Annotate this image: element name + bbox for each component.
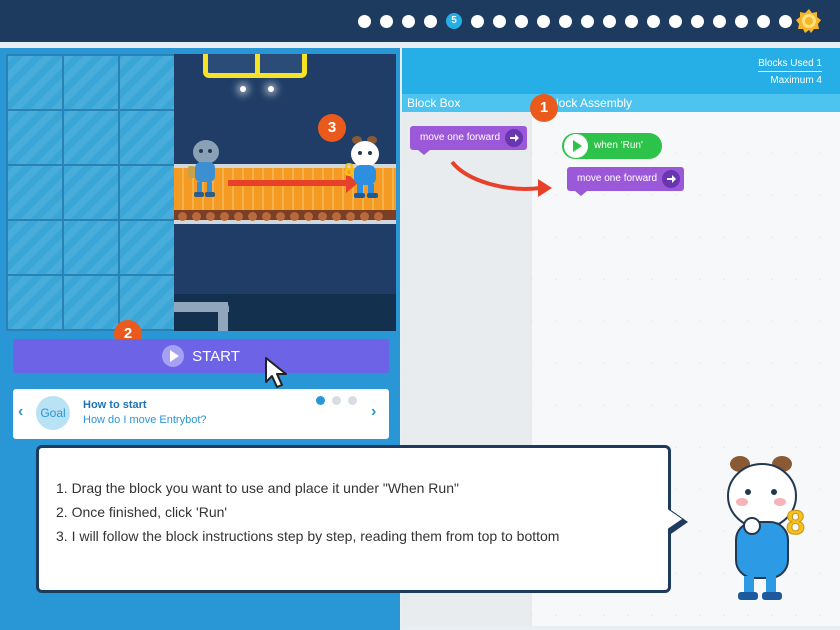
progress-dot[interactable] [358,14,371,28]
medal-icon [796,9,821,33]
progress-dots: 5 [358,13,792,29]
block-label: move one forward [577,173,658,184]
progress-dot[interactable] [424,14,437,28]
pager-dot[interactable] [332,396,341,405]
play-icon [162,345,185,367]
svg-text:8: 8 [786,504,805,542]
goal-subtitle: How do I move Entrybot? [83,414,207,426]
blocks-maximum: Maximum 4 [770,75,822,86]
goal-bubble: Goal [36,396,70,430]
instruction-dialog: 1. Drag the block you want to use and pl… [36,445,688,593]
blocks-used: Blocks Used 1 [758,58,822,72]
entrybot-ghost-icon [188,140,219,197]
progress-dot[interactable] [691,14,704,28]
water-tiles [6,54,174,331]
top-bar: 5 [0,0,840,42]
instruction-line: 2. Once finished, click 'Run' [56,504,228,520]
goal-title: How to start [83,399,147,411]
roller [234,212,243,221]
roller [206,212,215,221]
progress-dot[interactable] [581,14,594,28]
progress-dot[interactable] [603,14,616,28]
roller [248,212,257,221]
factory-window [203,54,307,78]
instruction-line: 3. I will follow the block instructions … [56,528,560,544]
progress-dot[interactable] [471,14,484,28]
progress-dot[interactable] [537,14,550,28]
roller [318,212,327,221]
roller [304,212,313,221]
progress-dot-current[interactable]: 5 [446,13,462,29]
move-arrow-icon [228,173,358,193]
roller [332,212,341,221]
workspace-tabbar: Block Box Block Assembly [402,94,840,112]
progress-dot[interactable] [402,14,415,28]
instruction-list: 1. Drag the block you want to use and pl… [56,476,559,548]
roller [220,212,229,221]
roller [290,212,299,221]
when-run-block[interactable]: when 'Run' [562,133,662,159]
drag-arrow-icon [450,160,552,197]
progress-dot[interactable] [559,14,572,28]
pipe [218,302,228,331]
progress-dot[interactable] [380,14,393,28]
progress-dot[interactable] [735,14,748,28]
roller [262,212,271,221]
step-badge-1: 1 [530,94,558,122]
arrow-right-icon [505,129,523,147]
start-button-label: START [192,347,240,365]
progress-dot[interactable] [647,14,660,28]
roller [178,212,187,221]
block-label: move one forward [420,132,501,143]
entrybot-icon: 8 [344,136,379,198]
roller [374,212,383,221]
svg-text:8: 8 [344,160,354,180]
lamp-icon [240,86,246,92]
pager-dot[interactable] [348,396,357,405]
mouse-cursor-icon [265,357,287,388]
lamp-icon [268,86,274,92]
roller [192,212,201,221]
palette-move-forward-block[interactable]: move one forward [410,126,527,155]
workspace-header: Blocks Used 1 Maximum 4 [402,48,840,94]
start-button[interactable]: START [13,339,389,373]
roller [346,212,355,221]
game-stage: 8 3 [6,54,396,331]
step-badge-3: 3 [318,114,346,142]
chevron-right-icon[interactable]: › [371,403,376,421]
assembled-move-forward-block[interactable]: move one forward [567,167,684,196]
tab-block-box[interactable]: Block Box [407,96,460,110]
roller [360,212,369,221]
progress-dot[interactable] [625,14,638,28]
progress-dot[interactable] [713,14,726,28]
instruction-line: 1. Drag the block you want to use and pl… [56,480,459,496]
roller [276,212,285,221]
goal-card: ‹ Goal How to start How do I move Entryb… [13,389,389,439]
progress-dot[interactable] [757,14,770,28]
goal-pager [316,396,357,405]
progress-dot[interactable] [669,14,682,28]
pager-dot[interactable] [316,396,325,405]
progress-dot[interactable] [515,14,528,28]
progress-dot[interactable] [493,14,506,28]
entrybot-mascot-icon: 8 [727,456,805,600]
play-icon [564,134,588,158]
progress-dot[interactable] [779,14,792,28]
tab-block-assembly[interactable]: Block Assembly [548,96,632,110]
arrow-right-icon [662,170,680,188]
when-run-label: when 'Run' [594,140,643,151]
city-skyline [174,294,396,331]
chevron-left-icon[interactable]: ‹ [18,403,23,421]
